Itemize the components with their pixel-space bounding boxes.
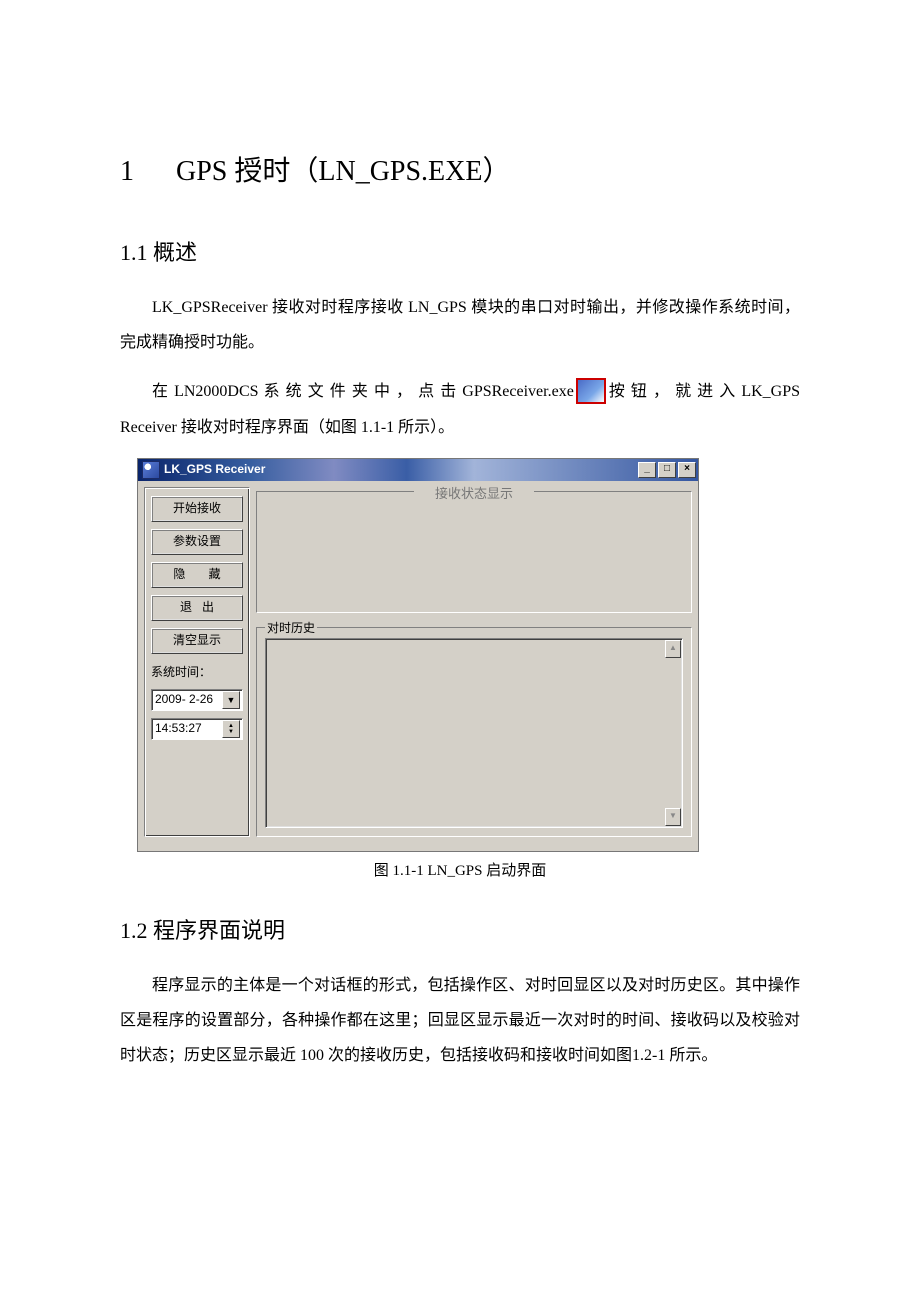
start-receive-button[interactable]: 开始接收 <box>151 496 243 522</box>
scroll-up-icon[interactable]: ▲ <box>665 640 681 658</box>
document-page: 1 GPS 授时（LN_GPS.EXE） 1.1 概述 LK_GPSReceive… <box>0 0 920 1302</box>
gps-exe-icon <box>576 378 606 404</box>
params-button[interactable]: 参数设置 <box>151 529 243 555</box>
screenshot-window: LK_GPS Receiver _ □ × 开始接收 参数设置 隐 藏 退出 清… <box>138 459 698 851</box>
display-panel: 接收状态显示 对时历史 ▲ ▼ <box>256 487 692 837</box>
scrollbar[interactable]: ▲ ▼ <box>665 640 681 826</box>
history-listbox[interactable]: ▲ ▼ <box>265 638 683 828</box>
section-number: 1 <box>120 156 136 187</box>
paragraph-3: 程序显示的主体是一个对话框的形式，包括操作区、对时回显区以及对时历史区。其中操作… <box>120 968 800 1074</box>
exit-button[interactable]: 退出 <box>151 595 243 621</box>
sub1-title: 概述 <box>153 240 197 265</box>
maximize-button[interactable]: □ <box>658 462 676 478</box>
subsection-heading-1: 1.1 概述 <box>120 235 800 270</box>
paragraph-2: 在 LN2000DCS 系 统 文 件 夹 中 ， 点 击 GPSReceive… <box>120 374 800 444</box>
history-group-label: 对时历史 <box>265 619 317 638</box>
time-spinner[interactable]: 14:53:27 ▲▼ <box>151 718 243 740</box>
history-group: 对时历史 ▲ ▼ <box>256 627 692 837</box>
window-body: 开始接收 参数设置 隐 藏 退出 清空显示 系统时间： 2009- 2-26 ▼… <box>138 481 698 851</box>
close-button[interactable]: × <box>678 462 696 478</box>
titlebar[interactable]: LK_GPS Receiver _ □ × <box>138 459 698 481</box>
receive-status-box: 接收状态显示 <box>256 491 692 613</box>
date-value: 2009- 2-26 <box>155 690 213 709</box>
operation-panel: 开始接收 参数设置 隐 藏 退出 清空显示 系统时间： 2009- 2-26 ▼… <box>144 487 250 837</box>
time-value: 14:53:27 <box>155 719 202 738</box>
subsection-heading-2: 1.2 程序界面说明 <box>120 913 800 948</box>
app-icon <box>142 461 160 479</box>
minimize-button[interactable]: _ <box>638 462 656 478</box>
sub2-title: 程序界面说明 <box>153 918 285 943</box>
paragraph-1: LK_GPSReceiver 接收对时程序接收 LN_GPS 模块的串口对时输出… <box>120 290 800 360</box>
spin-buttons-icon[interactable]: ▲▼ <box>222 720 240 738</box>
clear-display-button[interactable]: 清空显示 <box>151 628 243 654</box>
date-picker[interactable]: 2009- 2-26 ▼ <box>151 689 243 711</box>
para2-part-a: 在 LN2000DCS 系 统 文 件 夹 中 ， 点 击 GPSReceive… <box>152 383 574 400</box>
status-group-label: 接收状态显示 <box>414 484 534 505</box>
system-time-label: 系统时间： <box>151 663 243 682</box>
scroll-down-icon[interactable]: ▼ <box>665 808 681 826</box>
chevron-down-icon[interactable]: ▼ <box>222 691 240 709</box>
section-title: GPS 授时（LN_GPS.EXE） <box>176 156 510 187</box>
section-heading: 1 GPS 授时（LN_GPS.EXE） <box>120 150 800 195</box>
sub2-number: 1.2 <box>120 918 148 943</box>
hide-button[interactable]: 隐 藏 <box>151 562 243 588</box>
sub1-number: 1.1 <box>120 240 148 265</box>
figure-caption-1: 图 1.1-1 LN_GPS 启动界面 <box>120 859 800 883</box>
window-title: LK_GPS Receiver <box>164 460 265 479</box>
